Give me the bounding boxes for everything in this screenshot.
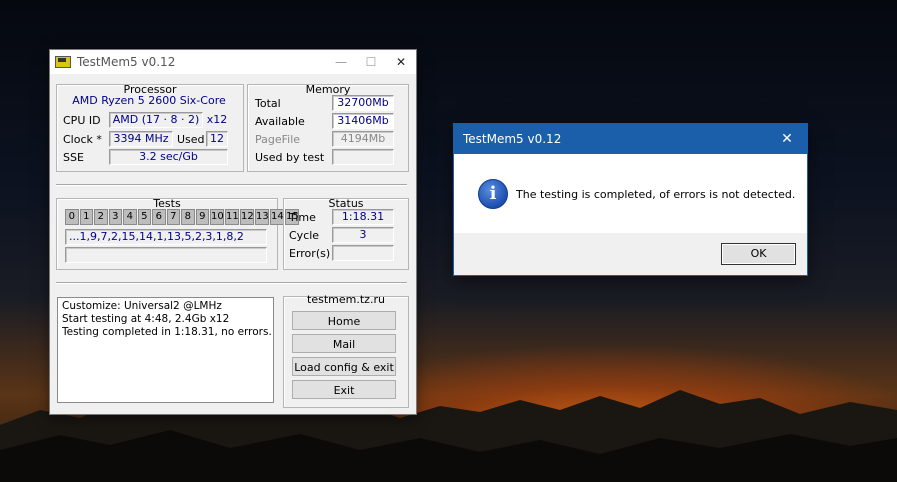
test-cells: 0 1 2 3 4 5 6 7 8 9 10 11 12 13 14 15 — [65, 209, 299, 225]
total-label: Total — [255, 97, 281, 110]
cpu-id-label: CPU ID — [63, 114, 101, 127]
cycle-value: 3 — [332, 227, 394, 243]
info-icon: i — [478, 179, 508, 209]
available-value: 31406Mb — [332, 113, 394, 129]
time-value: 1:18.31 — [332, 209, 394, 225]
dialog-footer: OK — [454, 233, 807, 275]
test-cell: 4 — [123, 209, 137, 225]
log-line: Start testing at 4:48, 2.4Gb x12 — [62, 313, 230, 325]
home-button[interactable]: Home — [292, 311, 396, 330]
test-cell: 5 — [137, 209, 151, 225]
used-by-test-label: Used by test — [255, 151, 325, 164]
memory-chip-icon — [55, 56, 71, 68]
test-cell: 3 — [108, 209, 122, 225]
log-box[interactable]: Customize: Universal2 @LMHz Start testin… — [57, 297, 274, 403]
log-line: Testing completed in 1:18.31, no errors. — [62, 326, 272, 338]
log-line: Customize: Universal2 @LMHz — [62, 300, 222, 312]
cpu-id-value: AMD (17 · 8 · 2) — [109, 112, 203, 128]
errors-value — [332, 245, 394, 261]
mail-button[interactable]: Mail — [292, 334, 396, 353]
test-cell: 12 — [240, 209, 254, 225]
exit-button[interactable]: Exit — [292, 380, 396, 399]
available-label: Available — [255, 115, 305, 128]
pagefile-value: 4194Mb — [332, 131, 394, 147]
total-value: 32700Mb — [332, 95, 394, 111]
window-title: TestMem5 v0.12 — [77, 55, 176, 69]
test-sequence: ...1,9,7,2,15,14,1,13,5,2,3,1,8,2 — [65, 229, 267, 245]
errors-label: Error(s) — [289, 247, 331, 260]
dialog-close-button[interactable]: ✕ — [767, 124, 807, 154]
test-cell: 1 — [79, 209, 93, 225]
sse-label: SSE — [63, 151, 84, 164]
test-cell: 7 — [166, 209, 180, 225]
title-bar[interactable]: TestMem5 v0.12 — ☐ ✕ — [50, 50, 416, 74]
time-label: Time — [289, 211, 316, 224]
test-cell: 14 — [270, 209, 284, 225]
dialog-message: The testing is completed, of errors is n… — [516, 188, 796, 201]
pagefile-label: PageFile — [255, 133, 301, 146]
sse-value: 3.2 sec/Gb — [109, 149, 228, 165]
site-url: testmem.tz.ru — [307, 293, 385, 306]
clock-value: 3394 MHz — [109, 131, 173, 147]
test-cell: 11 — [225, 209, 239, 225]
clock-label: Clock * — [63, 133, 102, 146]
used-label: Used — [177, 133, 205, 146]
dialog-title-bar[interactable]: TestMem5 v0.12 ✕ — [454, 124, 807, 154]
test-cell: 13 — [255, 209, 269, 225]
close-button[interactable]: ✕ — [386, 50, 416, 74]
dialog-title: TestMem5 v0.12 — [463, 132, 562, 146]
cycle-label: Cycle — [289, 229, 320, 242]
cpu-name: AMD Ryzen 5 2600 Six-Core — [72, 94, 226, 107]
separator — [56, 184, 407, 186]
test-cell: 8 — [181, 209, 195, 225]
test-progress — [65, 247, 267, 263]
used-value: 12 — [206, 131, 228, 147]
maximize-button[interactable]: ☐ — [356, 50, 386, 74]
separator — [56, 282, 407, 284]
ok-button[interactable]: OK — [721, 243, 796, 265]
cpu-threads: x12 — [206, 113, 228, 126]
test-cell: 9 — [195, 209, 209, 225]
test-cell: 10 — [210, 209, 224, 225]
test-cell: 6 — [152, 209, 166, 225]
message-dialog: TestMem5 v0.12 ✕ i The testing is comple… — [454, 124, 807, 275]
test-cell: 0 — [65, 209, 79, 225]
load-config-exit-button[interactable]: Load config & exit — [292, 357, 396, 376]
minimize-button[interactable]: — — [326, 50, 356, 74]
test-cell: 2 — [94, 209, 108, 225]
used-by-test-value — [332, 149, 394, 165]
